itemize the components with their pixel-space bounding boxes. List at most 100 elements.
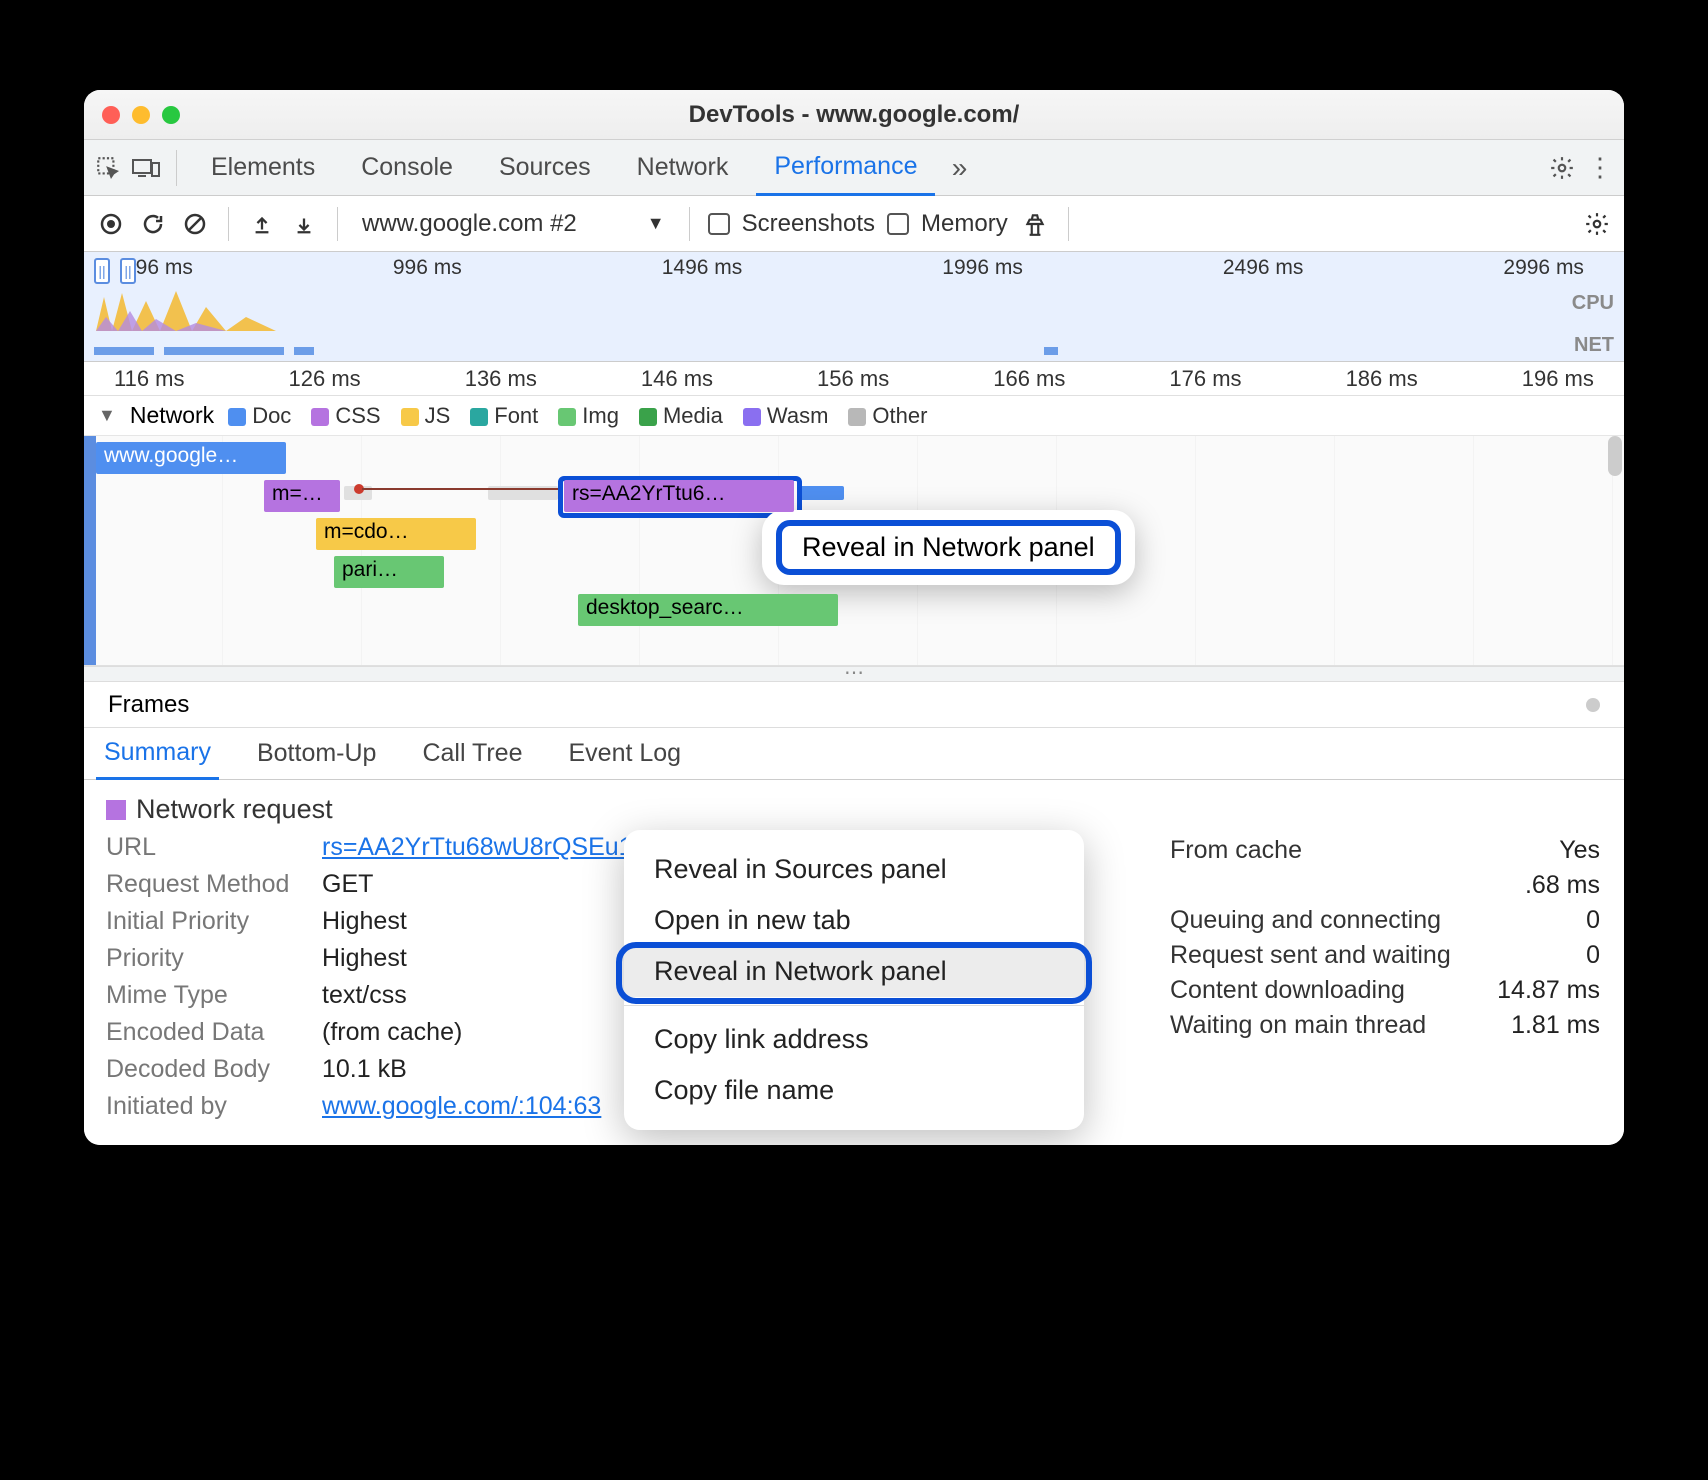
tab-summary[interactable]: Summary xyxy=(96,728,219,780)
initiated-label: Initiated by xyxy=(106,1092,306,1121)
timing-value: 0 xyxy=(1490,941,1600,970)
tab-elements[interactable]: Elements xyxy=(193,140,333,196)
encoded-label: Encoded Data xyxy=(106,1018,306,1047)
tick: 126 ms xyxy=(289,366,361,395)
timeline-ruler: 116 ms 126 ms 136 ms 146 ms 156 ms 166 m… xyxy=(84,362,1624,396)
tab-bottom-up[interactable]: Bottom-Up xyxy=(249,728,384,780)
network-request-bar[interactable]: m=… xyxy=(264,480,340,512)
network-track: ▼ Network DocCSSJSFontImgMediaWasmOther … xyxy=(84,396,1624,682)
gc-icon[interactable] xyxy=(1020,209,1050,239)
upload-icon[interactable] xyxy=(247,209,277,239)
tick: 146 ms xyxy=(641,366,713,395)
kebab-menu-icon[interactable]: ⋮ xyxy=(1586,154,1614,182)
legend-item: Img xyxy=(558,403,619,429)
context-menu-item[interactable]: Reveal in Network panel xyxy=(624,946,1084,997)
settings-icon[interactable] xyxy=(1548,154,1576,182)
net-bar xyxy=(294,347,314,355)
network-request-bar[interactable]: www.google… xyxy=(96,442,286,474)
clear-icon[interactable] xyxy=(180,209,210,239)
initial-priority-value: Highest xyxy=(322,907,407,936)
summary-details: Network request URLrs=AA2YrTtu68wU8rQSEu… xyxy=(84,780,1624,1145)
context-menu-item[interactable]: Copy file name xyxy=(624,1065,1084,1116)
frames-row[interactable]: Frames xyxy=(84,682,1624,728)
reload-icon[interactable] xyxy=(138,209,168,239)
cpu-lane-label: CPU xyxy=(1572,292,1614,315)
cpu-flame-icon xyxy=(96,287,316,331)
timing-row: Waiting on main thread1.81 ms xyxy=(1170,1011,1600,1040)
inspect-icon[interactable] xyxy=(94,154,122,182)
screenshots-checkbox[interactable] xyxy=(708,213,730,235)
tick: 196 ms xyxy=(1522,366,1594,395)
scrollbar-thumb[interactable] xyxy=(1586,698,1600,712)
tab-console[interactable]: Console xyxy=(343,140,471,196)
resize-handle[interactable]: ⋯ xyxy=(84,666,1624,682)
tab-performance[interactable]: Performance xyxy=(756,140,935,196)
network-request-bar[interactable]: rs=AA2YrTtu6… xyxy=(564,480,794,512)
memory-checkbox[interactable] xyxy=(887,213,909,235)
network-request-bar[interactable]: pari… xyxy=(334,556,444,588)
timing-column: From cacheYes .68 ms Queuing and connect… xyxy=(1170,830,1600,1046)
timing-label: Queuing and connecting xyxy=(1170,906,1441,935)
net-bar xyxy=(164,347,284,355)
timing-row: Queuing and connecting 0 xyxy=(1170,906,1600,935)
more-tabs-icon[interactable]: » xyxy=(945,154,973,182)
context-menu-item[interactable]: Open in new tab xyxy=(624,895,1084,946)
method-value: GET xyxy=(322,870,373,899)
divider xyxy=(176,150,177,186)
timing-value: 0 xyxy=(1490,906,1600,935)
heading-text: Network request xyxy=(136,794,333,825)
context-menu-item[interactable]: Reveal in Sources panel xyxy=(624,844,1084,895)
network-legend: DocCSSJSFontImgMediaWasmOther xyxy=(228,403,927,429)
legend-item: Doc xyxy=(228,403,291,429)
priority-label: Priority xyxy=(106,944,306,973)
priority-value: Highest xyxy=(322,944,407,973)
frames-label: Frames xyxy=(108,691,189,719)
collapse-icon[interactable]: ▼ xyxy=(98,405,116,426)
recording-selector[interactable]: www.google.com #2 ▼ xyxy=(356,210,671,238)
context-menu-item[interactable]: Copy link address xyxy=(624,1014,1084,1065)
network-bars-area[interactable]: Reveal in Network panel www.google…m=…rs… xyxy=(84,436,1624,666)
context-menu: Reveal in Sources panelOpen in new tabRe… xyxy=(624,830,1084,1130)
timing-label: Content downloading xyxy=(1170,976,1405,1005)
network-track-header[interactable]: ▼ Network DocCSSJSFontImgMediaWasmOther xyxy=(84,396,1624,436)
tick: 2496 ms xyxy=(1223,256,1304,280)
overview-minimap[interactable]: 496 ms 996 ms 1496 ms 1996 ms 2496 ms 29… xyxy=(84,252,1624,362)
range-handle-left[interactable]: || xyxy=(94,258,110,284)
mime-value: text/css xyxy=(322,981,407,1010)
initiator-arrow-icon xyxy=(362,488,562,490)
performance-toolbar: www.google.com #2 ▼ Screenshots Memory xyxy=(84,196,1624,252)
devtools-window: DevTools - www.google.com/ Elements Cons… xyxy=(84,90,1624,1145)
tick: 156 ms xyxy=(817,366,889,395)
mime-label: Mime Type xyxy=(106,981,306,1010)
legend-item: CSS xyxy=(311,403,380,429)
legend-swatch-icon xyxy=(470,408,488,426)
network-request-bar[interactable]: m=cdo… xyxy=(316,518,476,550)
capture-settings-icon[interactable] xyxy=(1582,209,1612,239)
tick: 176 ms xyxy=(1169,366,1241,395)
timing-value: 14.87 ms xyxy=(1490,976,1600,1005)
tab-sources[interactable]: Sources xyxy=(481,140,609,196)
legend-swatch-icon xyxy=(743,408,761,426)
tab-network[interactable]: Network xyxy=(619,140,747,196)
overview-ticks: 496 ms 996 ms 1496 ms 1996 ms 2496 ms 29… xyxy=(84,252,1624,280)
network-request-bar[interactable]: desktop_searc… xyxy=(578,594,838,626)
record-icon[interactable] xyxy=(96,209,126,239)
net-bar xyxy=(1044,347,1058,355)
legend-swatch-icon xyxy=(558,408,576,426)
device-icon[interactable] xyxy=(132,154,160,182)
legend-item: Media xyxy=(639,403,723,429)
tick: 996 ms xyxy=(393,256,462,280)
timing-label: Request sent and waiting xyxy=(1170,941,1451,970)
tab-call-tree[interactable]: Call Tree xyxy=(414,728,530,780)
legend-item: Font xyxy=(470,403,538,429)
tab-event-log[interactable]: Event Log xyxy=(561,728,690,780)
range-handle-right[interactable]: || xyxy=(120,258,136,284)
vertical-scrollbar[interactable] xyxy=(1608,436,1622,476)
recording-name: www.google.com #2 xyxy=(362,210,577,238)
initiated-link[interactable]: www.google.com/:104:63 xyxy=(322,1092,601,1121)
legend-swatch-icon xyxy=(639,408,657,426)
legend-item: Other xyxy=(848,403,927,429)
timing-value: 1.81 ms xyxy=(1490,1011,1600,1040)
legend-item: JS xyxy=(401,403,451,429)
download-icon[interactable] xyxy=(289,209,319,239)
